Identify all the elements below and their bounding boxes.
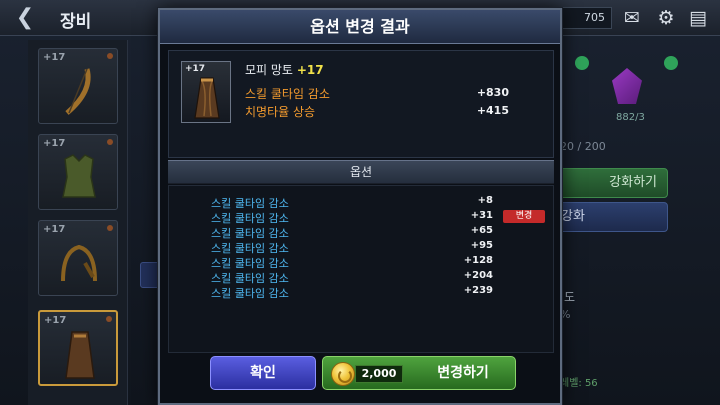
option-name: 스킬 쿨타임 감소 xyxy=(211,212,289,225)
option-value: +8 xyxy=(477,195,493,206)
item-name-text: 모피 망토 xyxy=(245,63,293,77)
item-summary: +17 모피 망토 +17 스킬 쿨타임 감소 +830 치명타율 상승 +41… xyxy=(168,50,554,158)
options-header: 옵션 xyxy=(168,160,554,184)
option-value: +31 xyxy=(470,210,493,221)
slot-indicator xyxy=(106,316,112,322)
option-value: +204 xyxy=(463,270,493,281)
info-label: 도 xyxy=(564,290,576,304)
plus-icon[interactable] xyxy=(575,56,589,70)
material-count: 882/3 xyxy=(616,112,645,123)
slot-indicator xyxy=(107,225,113,231)
option-value: +128 xyxy=(463,255,493,266)
mail-icon[interactable]: ✉ xyxy=(620,6,644,30)
progress-text: 20 / 200 xyxy=(560,140,606,153)
slot-indicator xyxy=(107,139,113,145)
equipment-slot-cape[interactable]: +17 xyxy=(38,310,118,386)
cape-icon xyxy=(65,331,95,379)
option-value: +239 xyxy=(463,285,493,296)
upgrade-button[interactable]: 강화 xyxy=(556,202,668,232)
confirm-button[interactable]: 확인 xyxy=(210,356,316,390)
equipment-slot-bow[interactable]: +17 xyxy=(38,48,118,124)
slot-indicator xyxy=(107,53,113,59)
gold-coin-icon xyxy=(331,362,355,386)
equipment-slot-armor[interactable]: +17 xyxy=(38,134,118,210)
option-name: 스킬 쿨타임 감소 xyxy=(211,197,289,210)
slot-level: +17 xyxy=(43,138,66,149)
changed-badge: 변경 xyxy=(503,210,545,223)
screen-title: 장비 xyxy=(60,12,92,32)
equipment-slot-helmet[interactable]: +17 xyxy=(38,220,118,296)
slot-level: +17 xyxy=(43,52,66,63)
item-icon-frame: +17 xyxy=(181,61,231,123)
plus-icon[interactable] xyxy=(664,56,678,70)
option-value: +95 xyxy=(470,240,493,251)
change-cost: 2,000 xyxy=(355,365,403,383)
item-stat-name: 스킬 쿨타임 감소 xyxy=(245,87,330,101)
option-name: 스킬 쿨타임 감소 xyxy=(211,257,289,270)
option-row: 스킬 쿨타임 감소 +8 xyxy=(169,195,555,210)
item-stat-value: +415 xyxy=(476,104,509,117)
equipment-list: +17 +17 +17 +17 xyxy=(28,40,128,405)
gear-icon[interactable]: ⚙ xyxy=(654,6,678,30)
change-option-button[interactable]: 2,000 변경하기 xyxy=(322,356,516,390)
chevron-left-icon: ❮ xyxy=(15,5,35,30)
option-name: 스킬 쿨타임 감소 xyxy=(211,287,289,300)
enhance-button[interactable]: 강화하기 xyxy=(556,168,668,198)
option-value: +65 xyxy=(470,225,493,236)
option-row: 스킬 쿨타임 감소 +65 xyxy=(169,225,555,240)
item-stat-value: +830 xyxy=(476,86,509,99)
game-screen: ❮ 장비 705 ✉ ⚙ ▤ +17 +17 +17 +17 882/3 20 … xyxy=(0,0,720,405)
dialog-title: 옵션 변경 결과 xyxy=(310,17,410,36)
option-change-result-dialog: 옵션 변경 결과 +17 모피 망토 +17 스킬 쿨타임 감소 +830 치명… xyxy=(158,8,562,405)
option-row: 스킬 쿨타임 감소 +128 xyxy=(169,255,555,270)
slot-level: +17 xyxy=(44,315,67,326)
footer-text: 레벨: 56 xyxy=(560,378,598,389)
option-row: 스킬 쿨타임 감소 +204 xyxy=(169,270,555,285)
option-row: 스킬 쿨타임 감소 +31 변경 xyxy=(169,210,555,225)
option-name: 스킬 쿨타임 감소 xyxy=(211,227,289,240)
option-name: 스킬 쿨타임 감소 xyxy=(211,272,289,285)
option-name: 스킬 쿨타임 감소 xyxy=(211,242,289,255)
item-stat-name: 치명타율 상승 xyxy=(245,105,316,119)
item-level: +17 xyxy=(296,63,324,77)
armor-icon xyxy=(62,154,96,198)
option-row: 스킬 쿨타임 감소 +239 xyxy=(169,285,555,300)
item-name: 모피 망토 +17 xyxy=(245,61,324,78)
back-button[interactable]: ❮ xyxy=(8,5,42,31)
option-row: 스킬 쿨타임 감소 +95 xyxy=(169,240,555,255)
dialog-title-bar: 옵션 변경 결과 xyxy=(160,10,560,44)
helmet-icon xyxy=(61,244,97,282)
currency-counter: 705 xyxy=(560,7,612,29)
slot-level: +17 xyxy=(43,224,66,235)
cape-icon xyxy=(194,77,220,119)
chat-icon[interactable]: ▤ xyxy=(686,6,710,30)
item-icon-level: +17 xyxy=(185,64,206,74)
bow-icon xyxy=(65,68,91,115)
options-list: 스킬 쿨타임 감소 +8 스킬 쿨타임 감소 +31 변경 스킬 쿨타임 감소 … xyxy=(168,185,554,353)
change-option-label: 변경하기 xyxy=(437,365,489,381)
